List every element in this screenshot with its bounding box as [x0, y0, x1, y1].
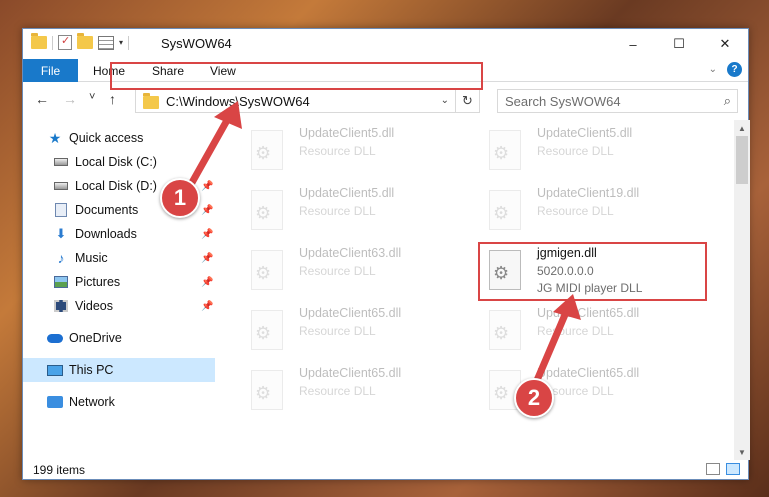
file-name: UpdateClient5.dll: [299, 126, 395, 140]
help-icon[interactable]: ?: [727, 62, 742, 77]
forward-button[interactable]: →: [63, 91, 77, 107]
file-item[interactable]: UpdateClient65.dll Resource DLL: [243, 362, 473, 420]
sidebar-item-label: Documents: [75, 203, 139, 217]
file-type: Resource DLL: [537, 144, 614, 158]
file-type: Resource DLL: [537, 204, 614, 218]
music-icon: ♪: [57, 250, 65, 266]
search-icon[interactable]: ⌕: [724, 93, 731, 109]
file-item[interactable]: UpdateClient5.dll Resource DLL: [243, 122, 473, 180]
recent-locations-button[interactable]: ˅: [89, 91, 95, 103]
sidebar-item-onedrive[interactable]: OneDrive: [23, 326, 215, 350]
tab-file[interactable]: File: [23, 59, 78, 82]
scroll-thumb[interactable]: [736, 136, 748, 184]
dll-file-icon: [251, 310, 283, 350]
ribbon-controls: ⌄ ?: [709, 62, 742, 77]
pictures-icon: [53, 275, 69, 289]
file-name: UpdateClient63.dll: [299, 246, 402, 260]
minimize-button[interactable]: –: [610, 29, 656, 59]
sidebar-item-label: Local Disk (C:): [75, 155, 157, 169]
dll-file-icon: [251, 250, 283, 290]
back-button[interactable]: ←: [35, 91, 49, 107]
sidebar-item-network[interactable]: Network: [23, 390, 215, 414]
file-type: Resource DLL: [299, 384, 376, 398]
divider: [128, 35, 130, 50]
file-name: UpdateClient5.dll: [537, 126, 633, 140]
callout-2: 2: [514, 378, 554, 418]
title-bar: ▾ SysWOW64 – ☐ ✕: [23, 29, 748, 59]
sidebar-item-this-pc[interactable]: This PC: [23, 358, 215, 382]
scroll-down-icon[interactable]: ▼: [734, 444, 750, 460]
file-type: Resource DLL: [299, 144, 376, 158]
address-dropdown-icon[interactable]: ⌄: [441, 95, 449, 106]
new-folder-icon[interactable]: [77, 33, 93, 49]
file-type: Resource DLL: [299, 264, 376, 278]
maximize-button[interactable]: ☐: [656, 29, 702, 59]
dll-file-icon: [251, 370, 283, 410]
close-button[interactable]: ✕: [702, 29, 748, 59]
pin-icon: 📌: [201, 300, 214, 312]
properties-icon[interactable]: [98, 35, 114, 50]
disk-icon: [53, 179, 69, 193]
customize-dropdown-icon[interactable]: ▾: [119, 38, 123, 47]
file-type: Resource DLL: [299, 204, 376, 218]
sidebar-item-label: Videos: [75, 299, 113, 313]
folder-icon[interactable]: [31, 33, 47, 49]
file-item[interactable]: UpdateClient19.dll Resource DLL: [481, 182, 711, 240]
onedrive-icon: [47, 331, 63, 345]
item-count: 199 items: [33, 463, 86, 477]
callout-1: 1: [160, 178, 200, 218]
sidebar-item-label: This PC: [69, 363, 114, 377]
sidebar-item-label: Music: [75, 251, 108, 265]
details-view-icon[interactable]: [706, 463, 720, 475]
sidebar-item-pictures[interactable]: Pictures 📌: [23, 270, 215, 294]
sidebar-item-label: OneDrive: [69, 331, 122, 345]
chevron-down-icon[interactable]: ⌄: [709, 64, 717, 75]
disk-icon: [53, 155, 69, 169]
properties-check-icon[interactable]: [58, 34, 72, 50]
folder-icon: [143, 93, 159, 109]
dll-file-icon: [489, 190, 521, 230]
sidebar-item-label: Downloads: [75, 227, 137, 241]
pin-icon: 📌: [201, 252, 214, 264]
quick-access-toolbar: ▾: [31, 33, 130, 50]
window-title: SysWOW64: [161, 36, 232, 51]
dll-file-icon: [489, 130, 521, 170]
up-button[interactable]: ↑: [109, 91, 116, 107]
address-highlight-box: [110, 62, 483, 90]
file-name: UpdateClient19.dll: [537, 186, 640, 200]
documents-icon: [53, 203, 69, 217]
file-item[interactable]: UpdateClient63.dll Resource DLL: [243, 242, 473, 300]
sidebar-item-label: Local Disk (D:): [75, 179, 157, 193]
file-type: Resource DLL: [299, 324, 376, 338]
scroll-up-icon[interactable]: ▲: [734, 120, 750, 136]
search-input[interactable]: Search SysWOW64: [505, 94, 621, 109]
tiles-view-icon[interactable]: [726, 463, 740, 475]
search-box[interactable]: Search SysWOW64 ⌕: [497, 89, 738, 113]
divider: [52, 35, 53, 50]
pc-icon: [47, 363, 63, 377]
network-icon: [47, 395, 63, 409]
file-item[interactable]: UpdateClient5.dll Resource DLL: [481, 122, 711, 180]
videos-icon: [53, 299, 69, 313]
sidebar-item-label: Network: [69, 395, 115, 409]
file-name: UpdateClient65.dll: [299, 306, 402, 320]
pin-icon: 📌: [201, 276, 214, 288]
sidebar-item-videos[interactable]: Videos 📌: [23, 294, 215, 318]
pin-icon: 📌: [201, 228, 214, 240]
sidebar-item-downloads[interactable]: ⬇ Downloads 📌: [23, 222, 215, 246]
vertical-scrollbar[interactable]: ▲ ▼: [734, 120, 750, 460]
file-name: UpdateClient5.dll: [299, 186, 395, 200]
file-item[interactable]: UpdateClient65.dll Resource DLL: [243, 302, 473, 360]
window-controls: – ☐ ✕: [610, 29, 748, 59]
refresh-button[interactable]: ↻: [455, 90, 479, 112]
file-name: UpdateClient65.dll: [299, 366, 402, 380]
sidebar-item-label: Quick access: [69, 131, 144, 145]
sidebar-item-label: Pictures: [75, 275, 121, 289]
star-icon: ★: [48, 129, 62, 146]
sidebar-item-music[interactable]: ♪ Music 📌: [23, 246, 215, 270]
file-item[interactable]: UpdateClient5.dll Resource DLL: [243, 182, 473, 240]
status-bar: 199 items: [23, 459, 748, 481]
view-toggle: [706, 463, 740, 475]
download-icon: ⬇: [55, 226, 67, 241]
